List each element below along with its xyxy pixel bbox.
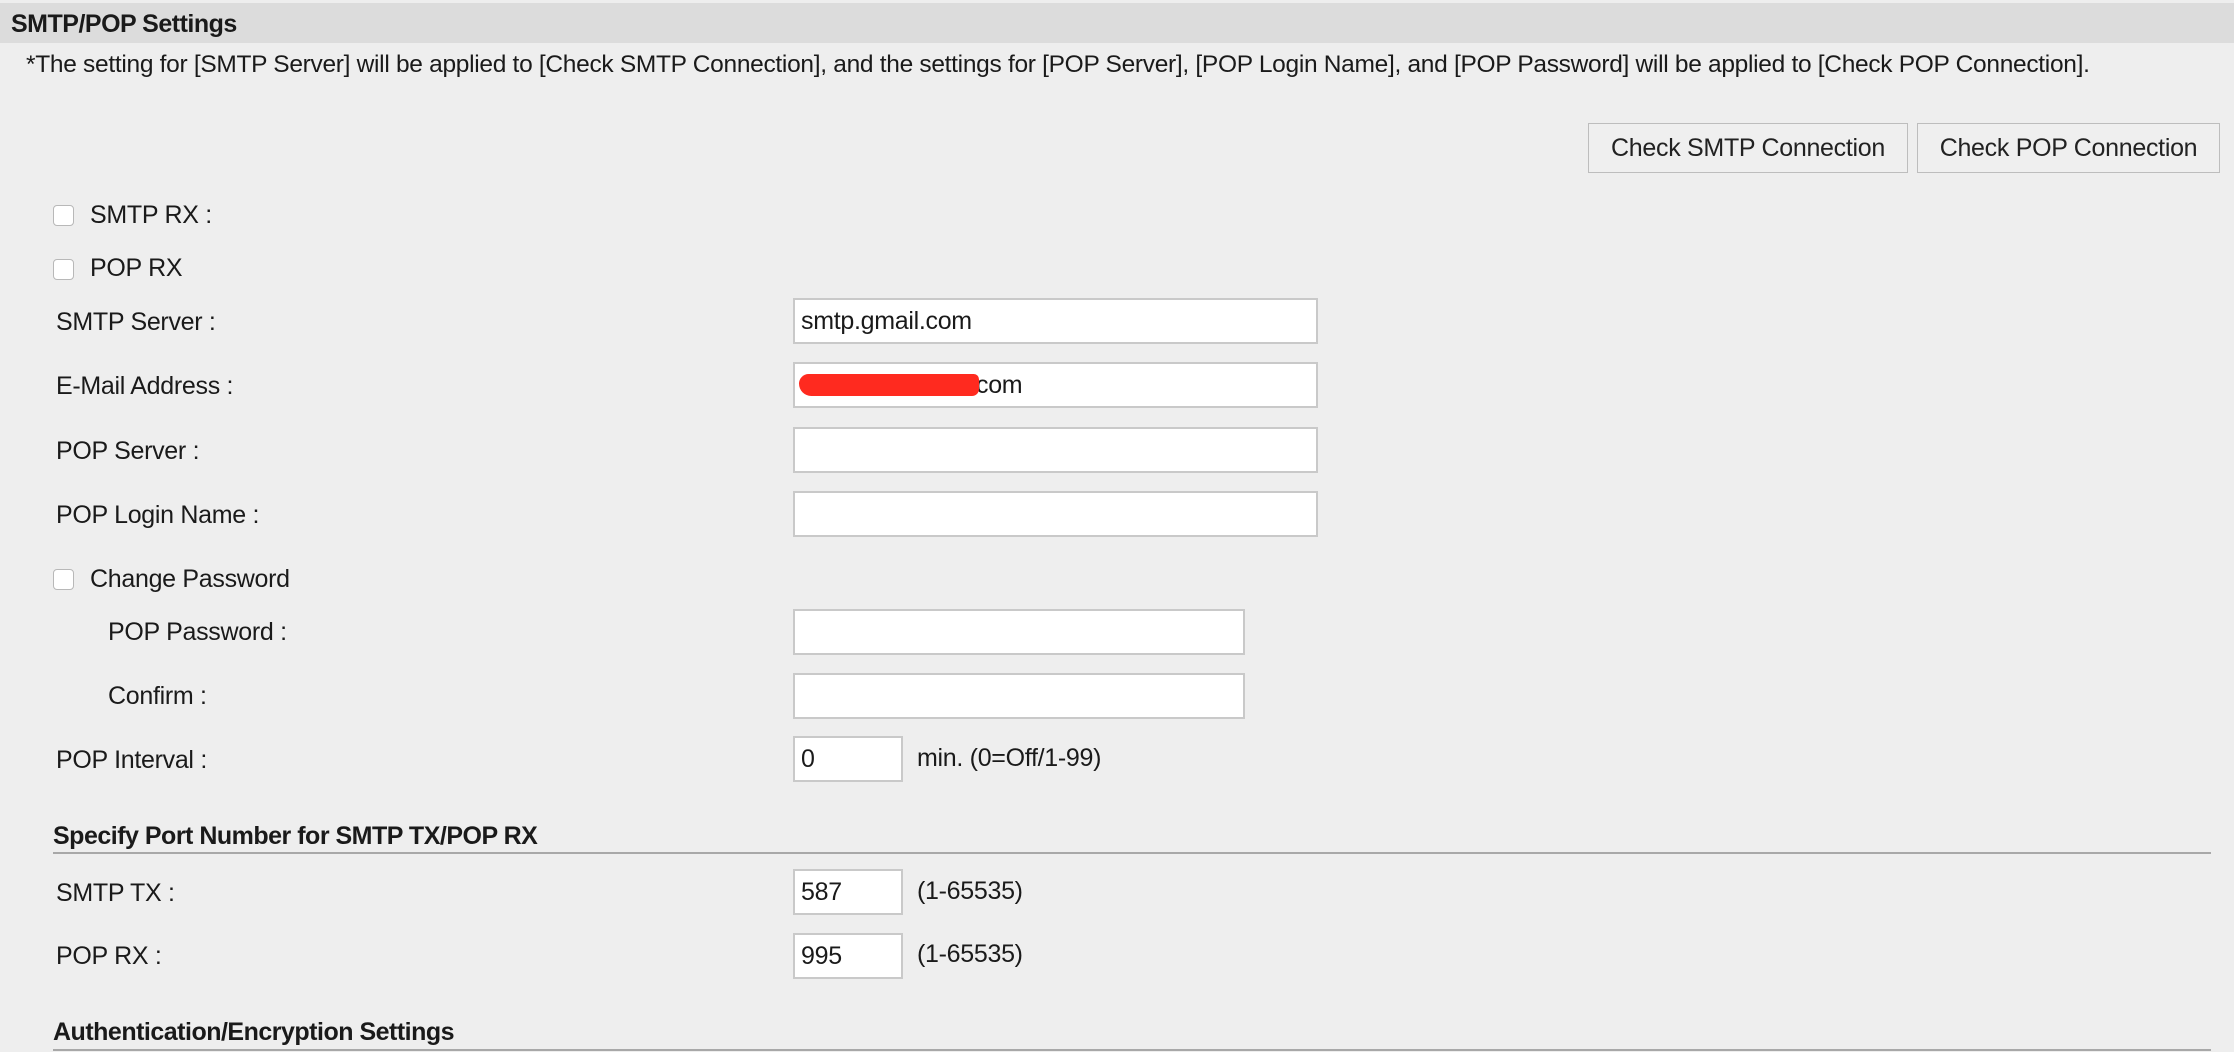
pop-password-input[interactable] xyxy=(793,609,1245,655)
pop-server-label: POP Server : xyxy=(56,437,200,465)
pop-server-input[interactable] xyxy=(793,427,1318,473)
smtp-rx-label: SMTP RX : xyxy=(90,201,212,229)
confirm-password-label: Confirm : xyxy=(108,682,207,710)
redaction-mark xyxy=(799,374,979,396)
smtp-server-label: SMTP Server : xyxy=(56,308,216,336)
pop-login-name-label: POP Login Name : xyxy=(56,501,260,529)
email-address-input[interactable]: com xyxy=(793,362,1318,408)
smtp-tx-port-input[interactable]: 587 xyxy=(793,869,903,915)
email-address-label: E-Mail Address : xyxy=(56,372,234,400)
auth-section-title: Authentication/Encryption Settings xyxy=(53,1018,455,1046)
section-divider xyxy=(53,1049,2211,1051)
pop-interval-input[interactable]: 0 xyxy=(793,736,903,782)
check-smtp-connection-button[interactable]: Check SMTP Connection xyxy=(1588,123,1908,173)
pop-interval-label: POP Interval : xyxy=(56,746,207,774)
pop-rx-checkbox[interactable] xyxy=(53,259,74,280)
pop-rx-port-label: POP RX : xyxy=(56,942,162,970)
change-password-checkbox[interactable] xyxy=(53,569,74,590)
pop-password-label: POP Password : xyxy=(108,618,287,646)
email-address-value: com xyxy=(976,371,1023,399)
pop-rx-range-hint: (1-65535) xyxy=(917,940,1023,968)
smtp-tx-range-hint: (1-65535) xyxy=(917,877,1023,905)
smtp-rx-checkbox[interactable] xyxy=(53,205,74,226)
pop-login-name-input[interactable] xyxy=(793,491,1318,537)
change-password-label: Change Password xyxy=(90,565,290,593)
section-title: SMTP/POP Settings xyxy=(11,10,237,38)
smtp-tx-label: SMTP TX : xyxy=(56,879,175,907)
check-pop-connection-button[interactable]: Check POP Connection xyxy=(1917,123,2220,173)
info-note: *The setting for [SMTP Server] will be a… xyxy=(26,51,2090,78)
pop-interval-hint: min. (0=Off/1-99) xyxy=(917,744,1102,772)
section-header: SMTP/POP Settings xyxy=(0,3,2234,43)
pop-rx-label: POP RX xyxy=(90,254,183,282)
confirm-password-input[interactable] xyxy=(793,673,1245,719)
section-divider xyxy=(53,852,2211,854)
smtp-server-input[interactable]: smtp.gmail.com xyxy=(793,298,1318,344)
pop-rx-port-input[interactable]: 995 xyxy=(793,933,903,979)
port-section-title: Specify Port Number for SMTP TX/POP RX xyxy=(53,822,538,850)
